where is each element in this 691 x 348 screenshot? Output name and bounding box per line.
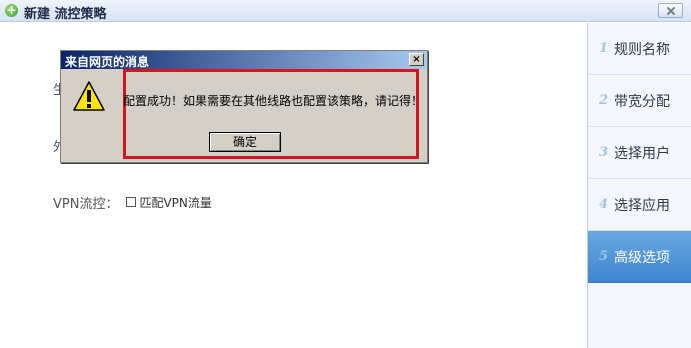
vpn-checkbox-label[interactable]: 匹配VPN流量 — [139, 194, 211, 211]
alert-dialog: 来自网页的消息 × 配置成功！如果需要在其他线路也配置该策略，请记得！ 确定 — [60, 50, 428, 163]
window-close-button[interactable] — [658, 3, 683, 18]
step-rule-name[interactable]: 1 规则名称 — [588, 23, 691, 75]
step-advanced-options[interactable]: 5 高级选项 — [588, 231, 691, 283]
step-label: 高级选项 — [614, 249, 670, 266]
step-number: 2 — [598, 93, 608, 108]
step-sidebar: 1 规则名称 2 带宽分配 3 选择用户 4 选择应用 5 高级选项 — [587, 23, 691, 348]
step-label: 带宽分配 — [614, 93, 670, 110]
step-label: 选择用户 — [614, 145, 670, 162]
step-bandwidth[interactable]: 2 带宽分配 — [588, 75, 691, 127]
vpn-checkbox[interactable] — [126, 197, 137, 207]
dialog-ok-button[interactable]: 确定 — [209, 132, 281, 152]
step-label: 规则名称 — [614, 41, 670, 58]
plus-circle-icon: + — [5, 3, 18, 17]
step-number: 1 — [598, 41, 608, 56]
step-select-apps[interactable]: 4 选择应用 — [588, 179, 691, 231]
warning-icon — [73, 81, 105, 111]
step-select-users[interactable]: 3 选择用户 — [588, 127, 691, 179]
window-title: 新建 流控策略 — [24, 7, 107, 22]
step-number: 5 — [598, 249, 608, 264]
step-label: 选择应用 — [614, 197, 670, 214]
dialog-close-button[interactable]: × — [409, 53, 424, 66]
vpn-row: VPN流控： 匹配VPN流量 — [53, 192, 212, 212]
dialog-titlebar: 来自网页的消息 × — [61, 51, 427, 69]
step-number: 3 — [598, 145, 608, 160]
step-number: 4 — [598, 197, 608, 212]
dialog-message: 配置成功！如果需要在其他线路也配置该策略，请记得！ — [123, 94, 424, 108]
vpn-label: VPN流控： — [53, 196, 119, 212]
dialog-title: 来自网页的消息 — [65, 55, 150, 69]
window-titlebar: + 新建 流控策略 — [0, 0, 691, 22]
